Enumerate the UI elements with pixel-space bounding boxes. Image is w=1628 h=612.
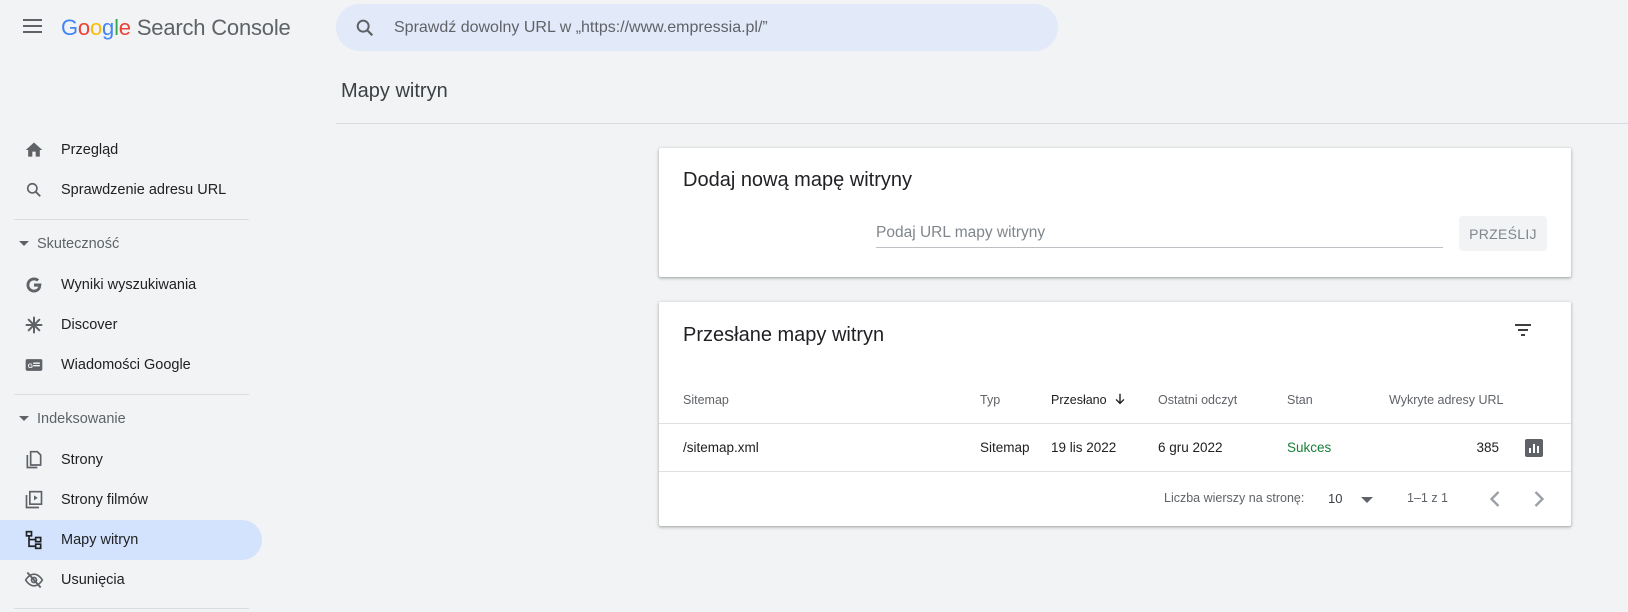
add-sitemap-card: Dodaj nową mapę witryny PRZEŚLIJ (659, 148, 1571, 277)
logo-letter: g (102, 15, 115, 40)
chevron-left-icon[interactable] (1481, 485, 1509, 513)
url-inspection-search[interactable] (336, 4, 1058, 51)
sidebar-item-label: Strony (61, 452, 103, 468)
logo-letter: e (118, 15, 131, 40)
asterisk-icon (25, 316, 43, 334)
sidebar-item-video-pages[interactable]: Strony filmów (0, 480, 262, 520)
page-title: Mapy witryn (341, 80, 448, 102)
sidebar-section-performance[interactable]: Skuteczność (0, 229, 262, 261)
logo-letter: o (77, 15, 90, 40)
sidebar-item-overview[interactable]: Przegląd (0, 130, 262, 170)
url-inspection-input[interactable] (394, 4, 1034, 51)
sitemap-url-input[interactable] (876, 218, 1443, 248)
pages-icon (26, 450, 42, 469)
submit-sitemap-button[interactable]: PRZEŚLIJ (1459, 216, 1547, 251)
sidebar-item-label: Usunięcia (61, 572, 125, 588)
eye-off-icon (24, 571, 44, 589)
sidebar-item-pages[interactable]: Strony (0, 440, 262, 480)
sidebar-divider (14, 608, 249, 609)
sidebar-divider (14, 219, 249, 220)
product-name: Search Console (136, 15, 291, 40)
video-pages-icon (25, 490, 43, 509)
chevron-right-icon[interactable] (1525, 485, 1553, 513)
submitted-sitemaps-title: Przesłane mapy witryn (683, 324, 885, 346)
sidebar-section-label: Indeksowanie (37, 411, 126, 427)
sidebar-item-label: Strony filmów (61, 492, 149, 508)
svg-text:G: G (28, 363, 33, 370)
sidebar-item-search-results[interactable]: Wyniki wyszukiwania (0, 265, 262, 305)
table-pagination: Liczba wierszy na stronę: 10 1–1 z 1 (659, 472, 1571, 526)
menu-icon[interactable] (20, 14, 46, 40)
news-icon: G (25, 359, 43, 371)
status-badge: Sukces (1287, 440, 1332, 455)
sidebar-item-discover[interactable]: Discover (0, 305, 262, 345)
column-header-discovered-urls[interactable]: Wykryte adresy URL (1389, 376, 1504, 424)
home-icon (25, 142, 43, 157)
cell-type: Sitemap (980, 440, 1030, 455)
table-header: Sitemap Typ Przesłano Ostatni odczyt Sta… (659, 376, 1571, 424)
column-header-status[interactable]: Stan (1287, 376, 1313, 424)
sidebar-item-google-news[interactable]: G Wiadomości Google (0, 345, 262, 385)
sidebar-section-indexing[interactable]: Indeksowanie (0, 404, 262, 436)
logo-letter: o (89, 15, 103, 40)
search-icon (26, 182, 41, 197)
add-sitemap-title: Dodaj nową mapę witryny (683, 169, 912, 191)
caret-down-icon (19, 416, 29, 421)
sidebar-item-label: Mapy witryn (61, 532, 139, 548)
sidebar-item-label: Przegląd (61, 142, 119, 158)
google-g-icon (26, 277, 42, 293)
sidebar-divider (14, 394, 249, 395)
sidebar-item-sitemaps[interactable]: Mapy witryn (0, 520, 262, 560)
sidebar-section-label: Skuteczność (37, 236, 120, 252)
sidebar-item-label: Wiadomości Google (61, 357, 191, 373)
column-header-last-read[interactable]: Ostatni odczyt (1158, 376, 1237, 424)
cell-last-read: 6 gru 2022 (1158, 440, 1223, 455)
column-header-type[interactable]: Typ (980, 376, 1000, 424)
sidebar-item-url-inspection[interactable]: Sprawdzenie adresu URL (0, 170, 262, 210)
rows-per-page-label: Liczba wierszy na stronę: (1164, 491, 1305, 505)
table-row[interactable]: /sitemap.xml Sitemap 19 lis 2022 6 gru 2… (659, 424, 1571, 472)
rows-per-page-value: 10 (1328, 491, 1343, 506)
cell-discovered-urls: 385 (1476, 440, 1499, 455)
logo-letter: G (61, 15, 78, 40)
dropdown-arrow-icon (1361, 497, 1373, 503)
sidebar-item-label: Sprawdzenie adresu URL (61, 182, 227, 198)
pagination-range: 1–1 z 1 (1407, 491, 1449, 505)
bar-chart-icon[interactable] (1525, 439, 1543, 457)
cell-sitemap: /sitemap.xml (683, 440, 759, 455)
sidebar-item-label: Wyniki wyszukiwania (61, 277, 197, 293)
rows-per-page-select[interactable]: 10 (1328, 484, 1376, 514)
submitted-sitemaps-card: Przesłane mapy witryn Sitemap Typ Przesł… (659, 302, 1571, 526)
column-header-label: Przesłano (1051, 393, 1107, 407)
app-logo[interactable]: Google Search Console (61, 15, 291, 41)
title-divider (336, 123, 1628, 124)
column-header-sitemap[interactable]: Sitemap (683, 376, 729, 424)
caret-down-icon (19, 241, 29, 246)
sidebar-item-label: Discover (61, 317, 118, 333)
sitemap-icon (25, 530, 42, 550)
top-app-bar: Google Search Console (0, 0, 1628, 56)
filter-icon[interactable] (1511, 318, 1535, 342)
arrow-down-icon (1115, 393, 1125, 405)
cell-submitted: 19 lis 2022 (1051, 440, 1117, 455)
search-icon (356, 19, 374, 37)
column-header-submitted[interactable]: Przesłano (1051, 376, 1127, 424)
sidebar-item-removals[interactable]: Usunięcia (0, 560, 262, 600)
